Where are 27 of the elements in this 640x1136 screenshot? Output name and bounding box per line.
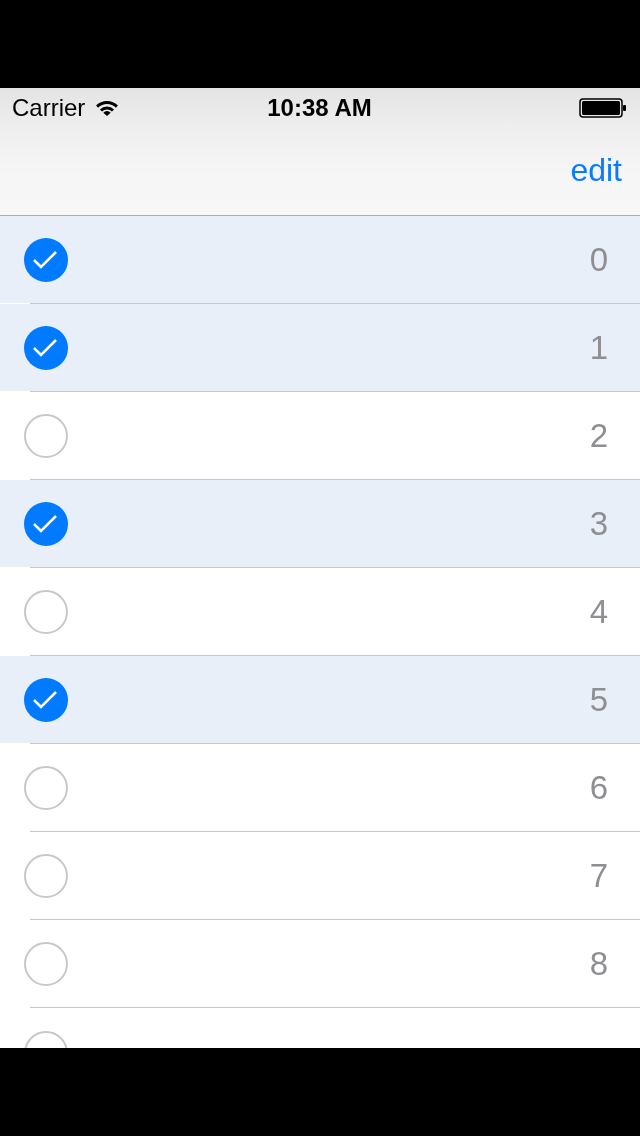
- edit-button[interactable]: edit: [568, 150, 624, 189]
- row-number: 3: [589, 504, 608, 543]
- carrier-name: Carrier: [12, 94, 86, 122]
- row-number: 2: [589, 416, 608, 455]
- empty-circle-icon[interactable]: [24, 413, 68, 458]
- row-number: 0: [589, 240, 608, 279]
- empty-circle-icon[interactable]: [24, 853, 68, 898]
- row-number: 1: [589, 328, 608, 367]
- list-row[interactable]: 5: [0, 656, 640, 743]
- wifi-icon: [95, 99, 120, 117]
- empty-circle-icon[interactable]: [24, 589, 68, 634]
- empty-circle-icon[interactable]: [24, 941, 68, 986]
- status-time: 10:38 AM: [267, 94, 372, 122]
- row-number: 5: [589, 680, 608, 719]
- list-row[interactable]: 0: [0, 216, 640, 303]
- checkmark-circle-icon[interactable]: [24, 501, 68, 546]
- list-row[interactable]: 3: [0, 480, 640, 567]
- checkmark-circle-icon[interactable]: [24, 677, 68, 722]
- battery-icon: [579, 98, 627, 118]
- row-number: 8: [589, 944, 608, 983]
- list-row[interactable]: 1: [0, 304, 640, 391]
- checkmark-circle-icon[interactable]: [24, 237, 68, 282]
- checkmark-circle-icon[interactable]: [24, 325, 68, 370]
- row-number: 6: [589, 768, 608, 807]
- empty-circle-icon[interactable]: [24, 765, 68, 810]
- row-number: 4: [589, 592, 608, 631]
- row-number: 7: [589, 856, 608, 895]
